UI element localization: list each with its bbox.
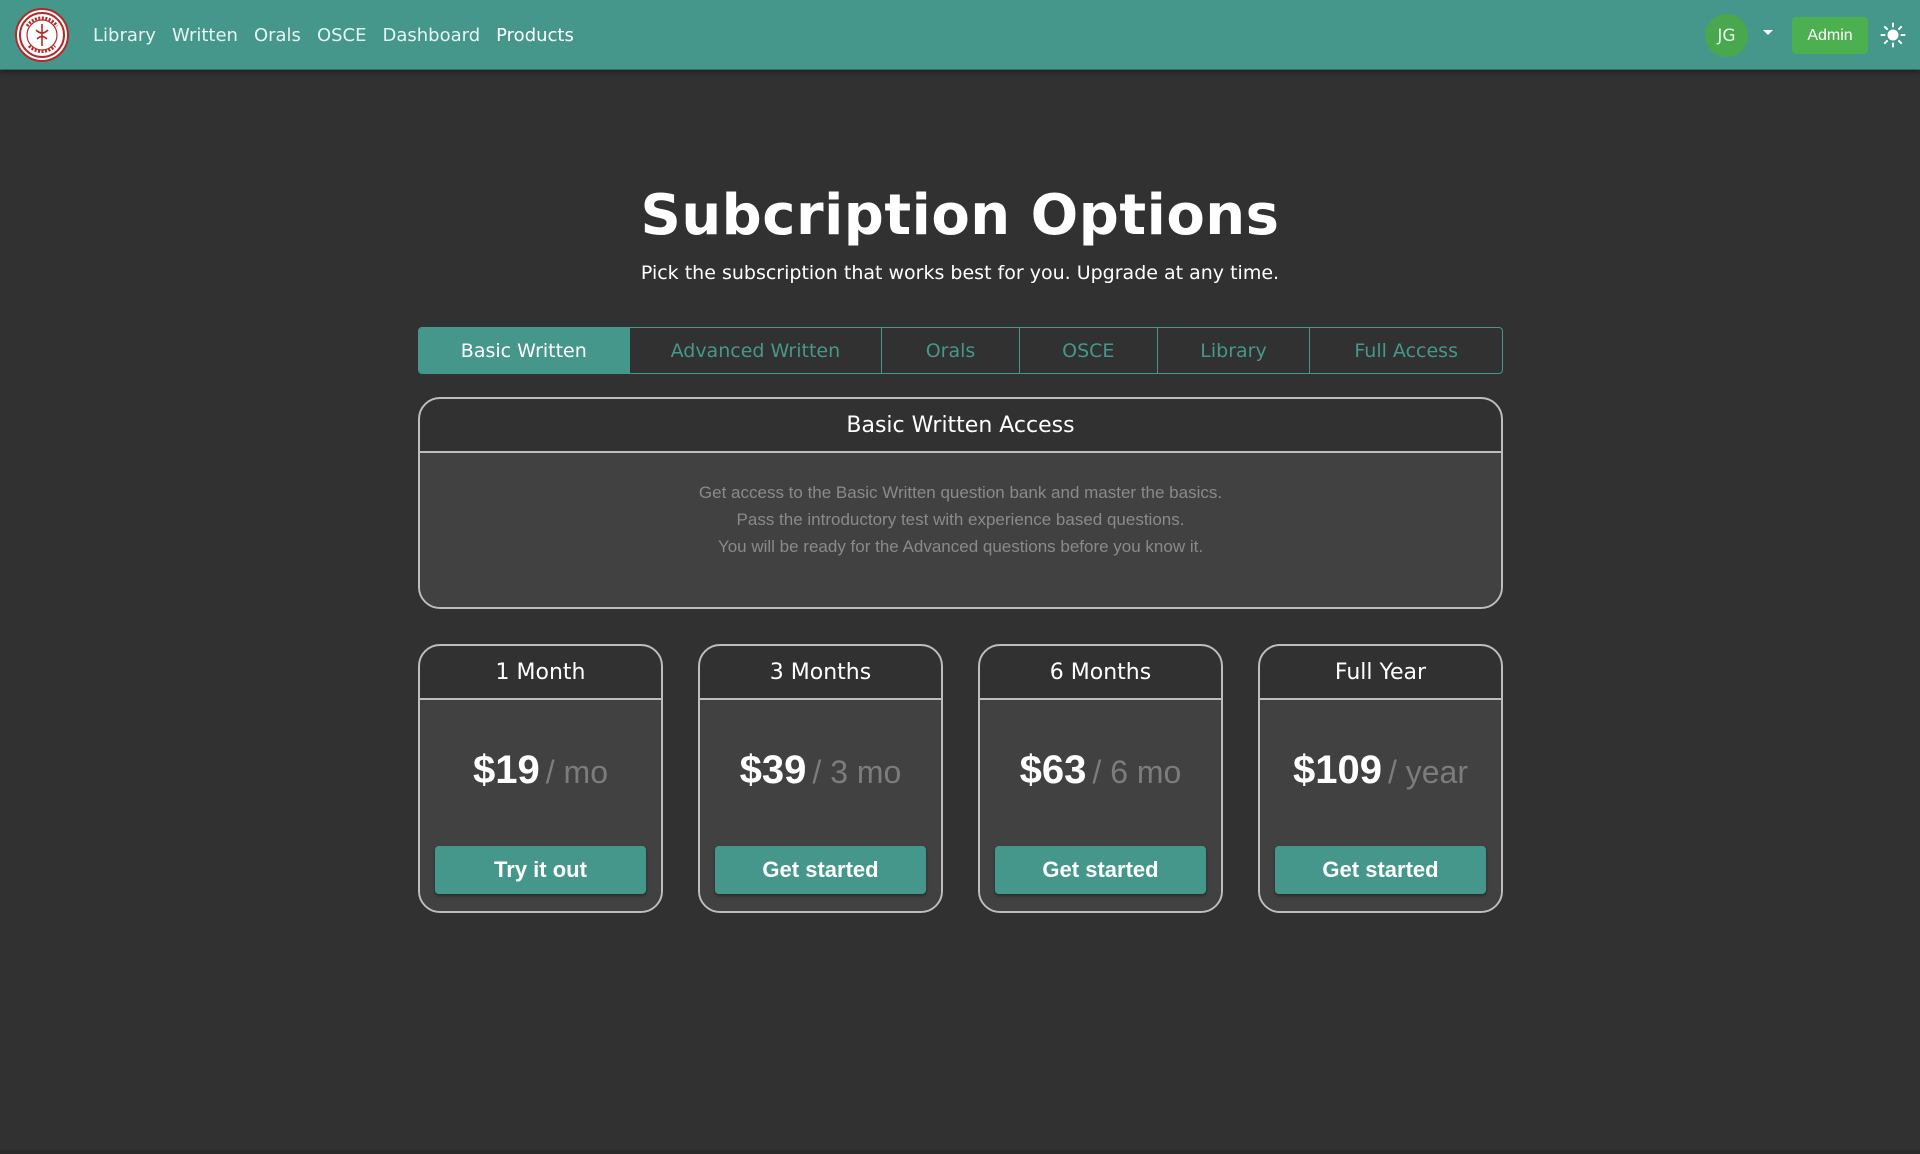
price-amount: $63	[1019, 748, 1087, 792]
nav-link-osce[interactable]: OSCE	[317, 25, 367, 46]
access-card-title: Basic Written Access	[420, 399, 1501, 453]
plan-title: 1 Month	[420, 646, 661, 700]
chevron-down-icon[interactable]	[1763, 30, 1773, 35]
access-description-line: You will be ready for the Advanced quest…	[717, 537, 1204, 556]
sun-icon[interactable]	[1880, 22, 1906, 48]
price-amount: $19	[473, 748, 540, 792]
nav-link-library[interactable]: Library	[93, 25, 156, 46]
tab-full-access[interactable]: Full Access	[1309, 328, 1502, 373]
price-period: / year	[1387, 754, 1468, 790]
get-started-button[interactable]: Get started	[715, 846, 926, 894]
plan-card-1-month: 1 Month $19/ mo Try it out	[418, 644, 663, 913]
plan-title: 3 Months	[700, 646, 941, 700]
user-avatar[interactable]: JG	[1705, 14, 1748, 57]
plan-card-6-months: 6 Months $63/ 6 mo Get started	[978, 644, 1223, 913]
access-description-line: Pass the introductory test with experien…	[736, 510, 1185, 529]
price-period: / 6 mo	[1092, 754, 1182, 790]
access-description-card: Basic Written Access Get access to the B…	[418, 397, 1503, 609]
tab-basic-written[interactable]: Basic Written	[419, 328, 629, 373]
plan-title: Full Year	[1260, 646, 1501, 700]
nav-link-dashboard[interactable]: Dashboard	[382, 25, 480, 46]
plan-price: $109/ year	[1260, 748, 1501, 793]
plan-body: $19/ mo Try it out	[420, 700, 661, 911]
plan-title: 6 Months	[980, 646, 1221, 700]
page-subtitle: Pick the subscription that works best fo…	[640, 262, 1280, 284]
subscription-tabs: Basic Written Advanced Written Orals OSC…	[418, 327, 1503, 374]
tab-library[interactable]: Library	[1156, 328, 1310, 373]
admin-button[interactable]: Admin	[1792, 17, 1868, 54]
plan-price: $63/ 6 mo	[980, 748, 1221, 793]
price-period: / mo	[545, 754, 608, 790]
plan-price: $19/ mo	[420, 748, 661, 793]
nav-links: Library Written Orals OSCE Dashboard Pro…	[93, 0, 590, 70]
try-it-out-button[interactable]: Try it out	[435, 846, 646, 894]
plan-price: $39/ 3 mo	[700, 748, 941, 793]
plan-card-full-year: Full Year $109/ year Get started	[1258, 644, 1503, 913]
tab-advanced-written[interactable]: Advanced Written	[628, 328, 882, 373]
plan-card-3-months: 3 Months $39/ 3 mo Get started	[698, 644, 943, 913]
page-title: Subcription Options	[640, 183, 1280, 248]
price-period: / 3 mo	[812, 754, 902, 790]
tab-osce[interactable]: OSCE	[1018, 328, 1157, 373]
nav-link-written[interactable]: Written	[172, 25, 238, 46]
top-navbar: Library Written Orals OSCE Dashboard Pro…	[0, 0, 1920, 70]
page-bottom-edge	[0, 1150, 1920, 1154]
university-logo-icon[interactable]	[15, 8, 69, 62]
get-started-button[interactable]: Get started	[1275, 846, 1486, 894]
nav-link-orals[interactable]: Orals	[254, 25, 301, 46]
nav-link-products[interactable]: Products	[496, 25, 574, 46]
access-description-line: Get access to the Basic Written question…	[698, 483, 1223, 502]
access-card-body: Get access to the Basic Written question…	[420, 453, 1501, 607]
price-amount: $39	[739, 748, 807, 792]
plan-body: $39/ 3 mo Get started	[700, 700, 941, 911]
plan-body: $63/ 6 mo Get started	[980, 700, 1221, 911]
tab-orals[interactable]: Orals	[881, 328, 1019, 373]
get-started-button[interactable]: Get started	[995, 846, 1206, 894]
plan-body: $109/ year Get started	[1260, 700, 1501, 911]
price-amount: $109	[1292, 748, 1382, 792]
